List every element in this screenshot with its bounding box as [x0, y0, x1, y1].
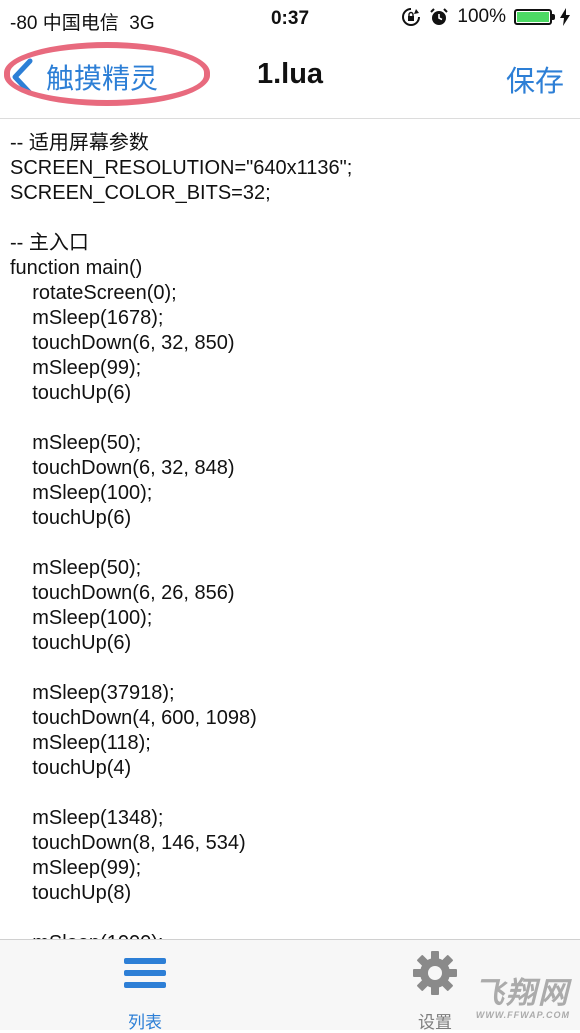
code-line: mSleep(1678);: [10, 307, 164, 329]
status-right-group: 100%: [401, 6, 570, 28]
battery-icon: [514, 9, 555, 25]
gear-icon: [413, 951, 457, 995]
code-editor[interactable]: -- 适用屏幕参数 SCREEN_RESOLUTION="640x1136"; SC…: [0, 119, 580, 939]
tab-list[interactable]: 列表: [70, 950, 220, 1033]
battery-fill: [517, 12, 549, 22]
code-line: mSleep(1000);: [10, 931, 352, 939]
code-line: -- 适用屏幕参数: [10, 132, 149, 154]
rotation-lock-icon: [402, 8, 421, 26]
code-line: mSleep(100);: [10, 607, 153, 629]
annotation-circle: [4, 42, 210, 106]
save-button[interactable]: 保存: [506, 58, 564, 100]
watermark: 飞翔网 WWW.FFWAP.COM: [474, 977, 570, 1021]
code-line: mSleep(100);: [10, 482, 153, 504]
code-line: touchDown(8, 146, 534): [10, 832, 246, 854]
code-line: mSleep(99);: [10, 857, 142, 879]
tab-list-label: 列表: [128, 1013, 162, 1032]
code-line: touchUp(6): [10, 382, 132, 404]
watermark-main: 飞翔网: [474, 977, 570, 1010]
code-line: mSleep(99);: [10, 357, 142, 379]
code-line: mSleep(37918);: [10, 682, 175, 704]
code-line: touchUp(4): [10, 757, 132, 779]
code-line: touchUp(6): [10, 632, 132, 654]
code-line: touchDown(6, 32, 850): [10, 332, 235, 354]
code-lines: -- 适用屏幕参数 SCREEN_RESOLUTION="640x1136"; SC…: [10, 131, 352, 939]
code-line: mSleep(50);: [10, 432, 142, 454]
code-line: -- 主入口: [10, 232, 89, 254]
battery-percent: 100%: [457, 6, 506, 27]
status-bar: -80 中国电信 3G 0:37 100%: [0, 0, 580, 38]
code-line: SCREEN_COLOR_BITS=32;: [10, 182, 271, 204]
code-line: touchDown(6, 32, 848): [10, 457, 235, 479]
code-line: function main(): [10, 257, 143, 279]
code-line: mSleep(118);: [10, 732, 151, 754]
code-line: rotateScreen(0);: [10, 282, 177, 304]
alarm-clock-icon: [430, 8, 449, 25]
watermark-url: WWW.FFWAP.COM: [475, 1010, 570, 1020]
code-line: SCREEN_RESOLUTION="640x1136";: [10, 157, 353, 179]
code-line: touchUp(8): [10, 882, 132, 904]
code-line: touchDown(4, 600, 1098): [10, 707, 257, 729]
code-line: mSleep(1348);: [10, 807, 164, 829]
charging-bolt-icon: [560, 8, 570, 26]
code-line: touchUp(6): [10, 507, 132, 529]
code-line: touchDown(6, 26, 856): [10, 582, 235, 604]
code-line: mSleep(50);: [10, 557, 142, 579]
list-icon: [124, 958, 166, 988]
